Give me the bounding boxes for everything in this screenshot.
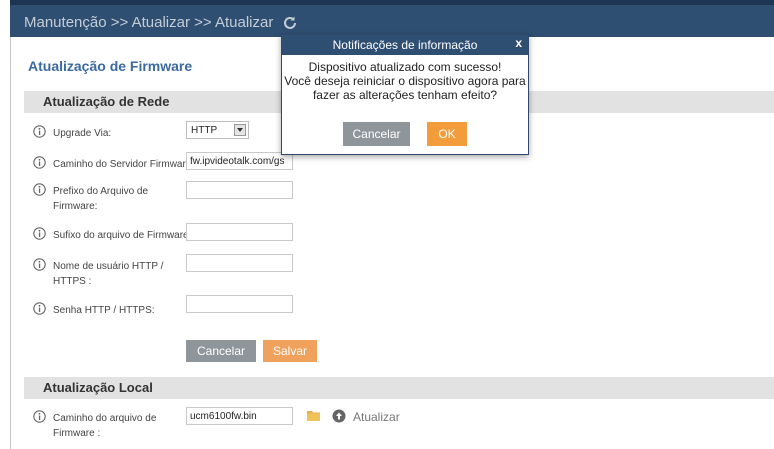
breadcrumb: Manutenção >> Atualizar >> Atualizar [24, 14, 298, 31]
http-password-input[interactable] [186, 295, 293, 313]
info-icon[interactable] [33, 156, 46, 169]
file-suffix-input[interactable] [186, 223, 293, 241]
info-icon[interactable] [33, 410, 46, 423]
section-local-update: Atualização Local [24, 377, 774, 399]
dialog-message-line: Você deseja reiniciar o dispositivo agor… [284, 74, 526, 88]
breadcrumb-bar: Manutenção >> Atualizar >> Atualizar [10, 0, 774, 37]
info-notification-dialog: Notificações de informação x Dispositivo… [281, 34, 529, 155]
upgrade-via-select[interactable]: HTTP [186, 121, 249, 139]
info-icon[interactable] [33, 125, 46, 138]
http-user-input[interactable] [186, 254, 293, 272]
breadcrumb-text: Manutenção >> Atualizar >> Atualizar [24, 14, 274, 31]
section-title: Atualização Local [43, 380, 153, 395]
upload-icon[interactable] [332, 409, 346, 423]
info-icon[interactable] [33, 302, 46, 315]
info-icon[interactable] [33, 227, 46, 240]
upgrade-via-value: HTTP [191, 125, 218, 136]
page-title: Atualização de Firmware [28, 58, 193, 74]
network-save-button[interactable]: Salvar [263, 340, 317, 362]
dialog-cancel-button[interactable]: Cancelar [343, 122, 410, 146]
file-prefix-label: Prefixo do Arquivo de Firmware: [53, 186, 149, 212]
refresh-icon[interactable] [282, 15, 298, 31]
upload-label[interactable]: Atualizar [353, 410, 400, 424]
folder-icon[interactable] [307, 410, 320, 421]
section-title: Atualização de Rede [43, 94, 170, 109]
dialog-title: Notificações de informação [332, 38, 478, 52]
http-user-label: Nome de usuário HTTP / HTTPS : [53, 261, 164, 287]
dialog-message-line: fazer as alterações tenham efeito? [312, 88, 498, 102]
dropdown-arrow-icon[interactable] [234, 124, 246, 136]
close-icon[interactable]: x [515, 36, 522, 50]
upgrade-via-label: Upgrade Via: [53, 128, 112, 139]
info-icon[interactable] [33, 258, 46, 271]
local-file-label: Caminho do arquivo de Firmware : [53, 413, 157, 439]
http-password-label: Senha HTTP / HTTPS: [53, 305, 155, 316]
info-icon[interactable] [33, 183, 46, 196]
server-path-input[interactable] [186, 152, 293, 170]
dialog-message-line: Dispositivo atualizado com sucesso! [308, 60, 502, 74]
dialog-message: Dispositivo atualizado com sucesso! Você… [282, 60, 528, 102]
dialog-ok-button[interactable]: OK [427, 122, 467, 146]
file-prefix-input[interactable] [186, 181, 293, 199]
local-file-input[interactable] [186, 407, 293, 425]
network-cancel-button[interactable]: Cancelar [186, 340, 256, 362]
dialog-header: Notificações de informação x [282, 35, 528, 55]
